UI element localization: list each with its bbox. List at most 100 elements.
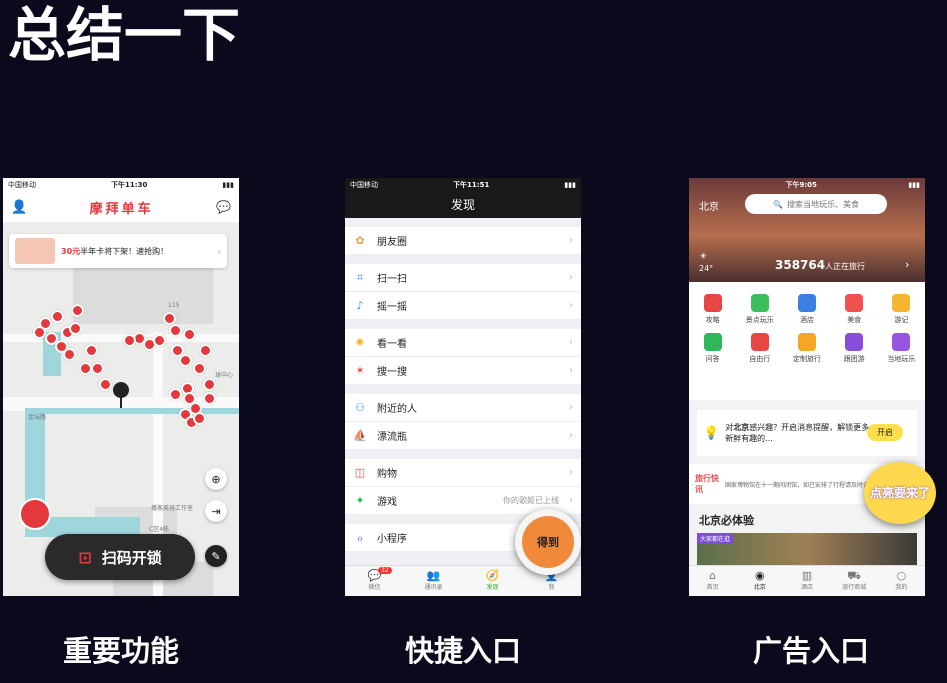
notification-prompt: 💡 对北京感兴趣？开启消息提醒，解锁更多新鲜有趣的... 开启 — [697, 410, 917, 456]
slide-title: 总结一下 — [8, 1, 241, 69]
bike-marker-icon[interactable] — [203, 392, 216, 405]
discover-item-label: 摇一摇 — [377, 302, 407, 313]
scan-icon: ⊡ — [78, 547, 92, 567]
caption-shortcuts: 快捷入口 — [404, 634, 521, 668]
tab-item[interactable]: ◉ 北京 — [736, 566, 783, 596]
category-item[interactable]: 攻略 — [689, 294, 736, 325]
tab-contacts[interactable]: 👥 通讯录 — [404, 566, 463, 596]
bike-marker-icon[interactable] — [193, 412, 206, 425]
tab-item[interactable]: ○ 我的 — [878, 566, 925, 596]
bike-marker-icon[interactable] — [199, 344, 212, 357]
category-item[interactable]: 景点玩乐 — [736, 294, 783, 325]
discover-item[interactable]: ⚇ 附近的人 › — [345, 394, 581, 422]
location-pin-stem — [120, 396, 122, 408]
discover-item-label: 搜一搜 — [377, 367, 407, 378]
bike-marker-icon[interactable] — [63, 348, 76, 361]
tab-discover[interactable]: 🧭 发现 — [463, 566, 522, 596]
section-tag: 大家都在逛 — [697, 533, 734, 544]
shopping-icon: ◫ — [354, 466, 366, 479]
category-item[interactable]: 美食 — [831, 294, 878, 325]
compass-icon: 🧭 — [485, 569, 500, 582]
category-item[interactable]: 定制旅行 — [783, 333, 830, 364]
floating-ad-badge[interactable]: 点亮要来了 — [864, 462, 936, 524]
shake-icon: ♪ — [356, 299, 364, 312]
bike-marker-icon[interactable] — [179, 354, 192, 367]
map-label: C区4栋 — [149, 526, 170, 533]
bike-marker-icon[interactable] — [79, 362, 92, 375]
category-item[interactable]: 当地玩乐 — [878, 333, 925, 364]
search-input[interactable]: 🔍 搜索当地玩乐、美食 — [745, 194, 887, 214]
section-title: 北京必体验 — [699, 514, 754, 527]
red-envelope-icon[interactable] — [19, 498, 51, 530]
category-item[interactable]: 游记 — [878, 294, 925, 325]
discover-item[interactable]: ♪ 摇一摇 › — [345, 292, 581, 320]
category-icon — [892, 294, 911, 312]
category-icon — [845, 294, 864, 312]
wrench-icon[interactable]: ✎ — [205, 545, 227, 567]
bike-marker-icon[interactable] — [91, 362, 104, 375]
bike-marker-icon[interactable] — [169, 388, 182, 401]
discover-item-label: 漂流瓶 — [377, 432, 407, 443]
discover-item[interactable]: ⌗ 扫一扫 › — [345, 264, 581, 292]
category-icon — [750, 333, 769, 351]
category-label: 攻略 — [705, 316, 720, 324]
bike-marker-icon[interactable] — [85, 344, 98, 357]
chevron-right-icon[interactable]: › — [905, 258, 909, 271]
bike-marker-icon[interactable] — [169, 324, 182, 337]
chevron-right-icon: › — [217, 246, 221, 256]
discover-item-label: 小程序 — [377, 534, 407, 545]
category-icon — [797, 333, 816, 351]
enable-notifications-button[interactable]: 开启 — [867, 424, 903, 441]
message-icon[interactable]: 💬 — [216, 200, 231, 214]
bike-marker-icon[interactable] — [123, 334, 136, 347]
bike-marker-icon[interactable] — [193, 362, 206, 375]
category-icon — [750, 294, 769, 312]
discover-item[interactable]: ◫ 购物 › — [345, 459, 581, 487]
category-grid: 攻略 景点玩乐 酒店 美食 游记问答 自由行 定制旅行 跟团游 当地玩乐 — [689, 282, 925, 364]
bike-marker-icon[interactable] — [183, 328, 196, 341]
category-icon — [703, 294, 722, 312]
discover-item[interactable]: ✶ 搜一搜 › — [345, 357, 581, 385]
discover-item-hint: 你的歌姬已上线 — [503, 496, 559, 505]
battery-icon: ▮▮▮ — [222, 181, 234, 189]
tab-item[interactable]: ▥ 酒店 — [783, 566, 830, 596]
category-item[interactable]: 酒店 — [783, 294, 830, 325]
category-item[interactable]: 自由行 — [736, 333, 783, 364]
exit-icon[interactable]: ⇥ — [205, 500, 227, 522]
bike-marker-icon[interactable] — [203, 378, 216, 391]
category-icon — [797, 294, 816, 312]
caption-ad-entry: 广告入口 — [752, 634, 869, 668]
user-icon[interactable]: 👤 — [11, 200, 27, 215]
tab-item[interactable]: ⌂ 首页 — [689, 566, 736, 596]
discover-item[interactable]: ✿ 朋友圈 › — [345, 227, 581, 255]
category-item[interactable]: 跟团游 — [831, 333, 878, 364]
bike-marker-icon[interactable] — [99, 378, 112, 391]
category-label: 定制旅行 — [792, 355, 821, 363]
discover-item[interactable]: ✺ 看一看 › — [345, 329, 581, 357]
discover-item-label: 朋友圈 — [377, 237, 407, 248]
chevron-right-icon: › — [569, 337, 573, 348]
bike-marker-icon[interactable] — [71, 304, 84, 317]
bike-marker-icon[interactable] — [33, 326, 46, 339]
chevron-right-icon: › — [569, 300, 573, 311]
locate-icon[interactable]: ⊕ — [205, 468, 227, 490]
people-nearby-icon: ⚇ — [355, 401, 365, 414]
page-title: 发现 — [345, 192, 581, 218]
caption-key-features: 重要功能 — [62, 634, 179, 668]
category-label: 酒店 — [799, 316, 814, 324]
tab-item[interactable]: ⛟ 旅行商城 — [831, 566, 878, 596]
promo-banner[interactable]: 30元 半年卡将下架！速抢购！ › — [9, 234, 227, 268]
tab-chats[interactable]: 💬 微信 32 — [345, 566, 404, 596]
bike-marker-icon[interactable] — [69, 322, 82, 335]
contacts-icon: 👥 — [426, 569, 441, 582]
bulb-icon: 💡 — [703, 425, 720, 441]
bike-marker-icon[interactable] — [51, 310, 64, 323]
discover-item[interactable]: ⛵ 漂流瓶 › — [345, 422, 581, 450]
floating-ad-button[interactable]: 得到 — [515, 509, 581, 575]
city-selector[interactable]: 北京 — [699, 198, 719, 213]
category-item[interactable]: 问答 — [689, 333, 736, 364]
status-bar: 下午9:05 ▮▮▮ — [689, 178, 925, 192]
tab-icon: ○ — [896, 569, 907, 582]
bike-marker-icon[interactable] — [153, 334, 166, 347]
scan-unlock-button[interactable]: ⊡ 扫码开锁 — [45, 534, 195, 580]
